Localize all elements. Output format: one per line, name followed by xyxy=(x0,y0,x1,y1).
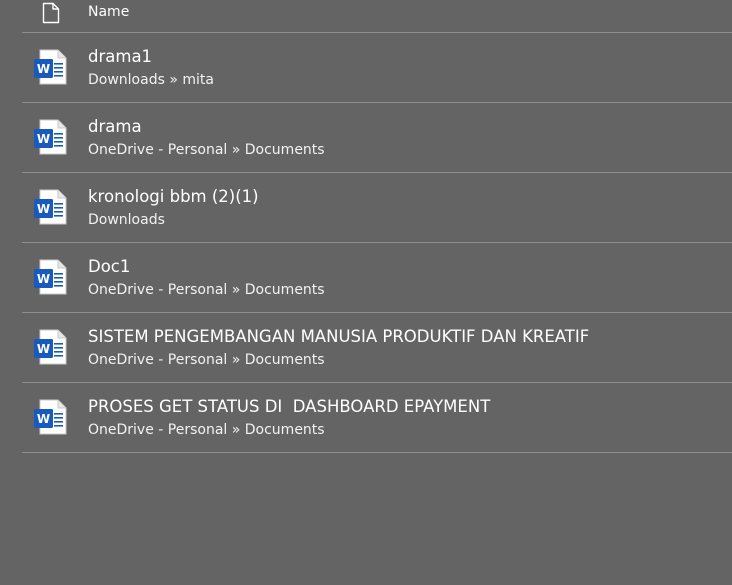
svg-text:W: W xyxy=(37,342,50,356)
file-row-1[interactable]: W drama OneDrive - Personal » Documents xyxy=(22,103,732,173)
file-row-4[interactable]: W SISTEM PENGEMBANGAN MANUSIA PRODUKTIF … xyxy=(22,313,732,383)
svg-text:W: W xyxy=(37,272,50,286)
file-title: drama1 xyxy=(88,47,153,66)
word-document-icon: W xyxy=(34,49,67,85)
file-row-0[interactable]: W drama1 Downloads » mita xyxy=(22,33,732,103)
file-title: drama xyxy=(88,117,142,136)
file-row-3[interactable]: W Doc1 OneDrive - Personal » Documents xyxy=(22,243,732,313)
file-row-5[interactable]: W PROSES GET STATUS DI DASHBOARD EPAYMEN… xyxy=(22,383,732,453)
svg-text:W: W xyxy=(37,132,50,146)
word-document-icon: W xyxy=(34,399,67,435)
file-title: kronologi bbm (2)(1) xyxy=(88,187,259,206)
file-path: OneDrive - Personal » Documents xyxy=(88,282,325,298)
document-outline-icon xyxy=(42,2,60,24)
file-title: Doc1 xyxy=(88,257,131,276)
file-title: SISTEM PENGEMBANGAN MANUSIA PRODUKTIF DA… xyxy=(88,327,590,346)
file-path: OneDrive - Personal » Documents xyxy=(88,422,325,438)
word-document-icon: W xyxy=(34,119,67,155)
file-path: OneDrive - Personal » Documents xyxy=(88,352,325,368)
list-header: Name xyxy=(22,0,732,33)
file-row-2[interactable]: W kronologi bbm (2)(1) Downloads xyxy=(22,173,732,243)
svg-text:W: W xyxy=(37,62,50,76)
recent-files-list: Name W drama1 Downloads » mita W drama O xyxy=(22,0,732,453)
svg-text:W: W xyxy=(37,412,50,426)
name-column-header[interactable]: Name xyxy=(88,4,129,20)
file-title: PROSES GET STATUS DI DASHBOARD EPAYMENT xyxy=(88,397,491,416)
file-path: Downloads xyxy=(88,212,165,228)
word-document-icon: W xyxy=(34,329,67,365)
file-path: OneDrive - Personal » Documents xyxy=(88,142,325,158)
word-document-icon: W xyxy=(34,189,67,225)
word-document-icon: W xyxy=(34,259,67,295)
file-path: Downloads » mita xyxy=(88,72,214,88)
svg-text:W: W xyxy=(37,202,50,216)
